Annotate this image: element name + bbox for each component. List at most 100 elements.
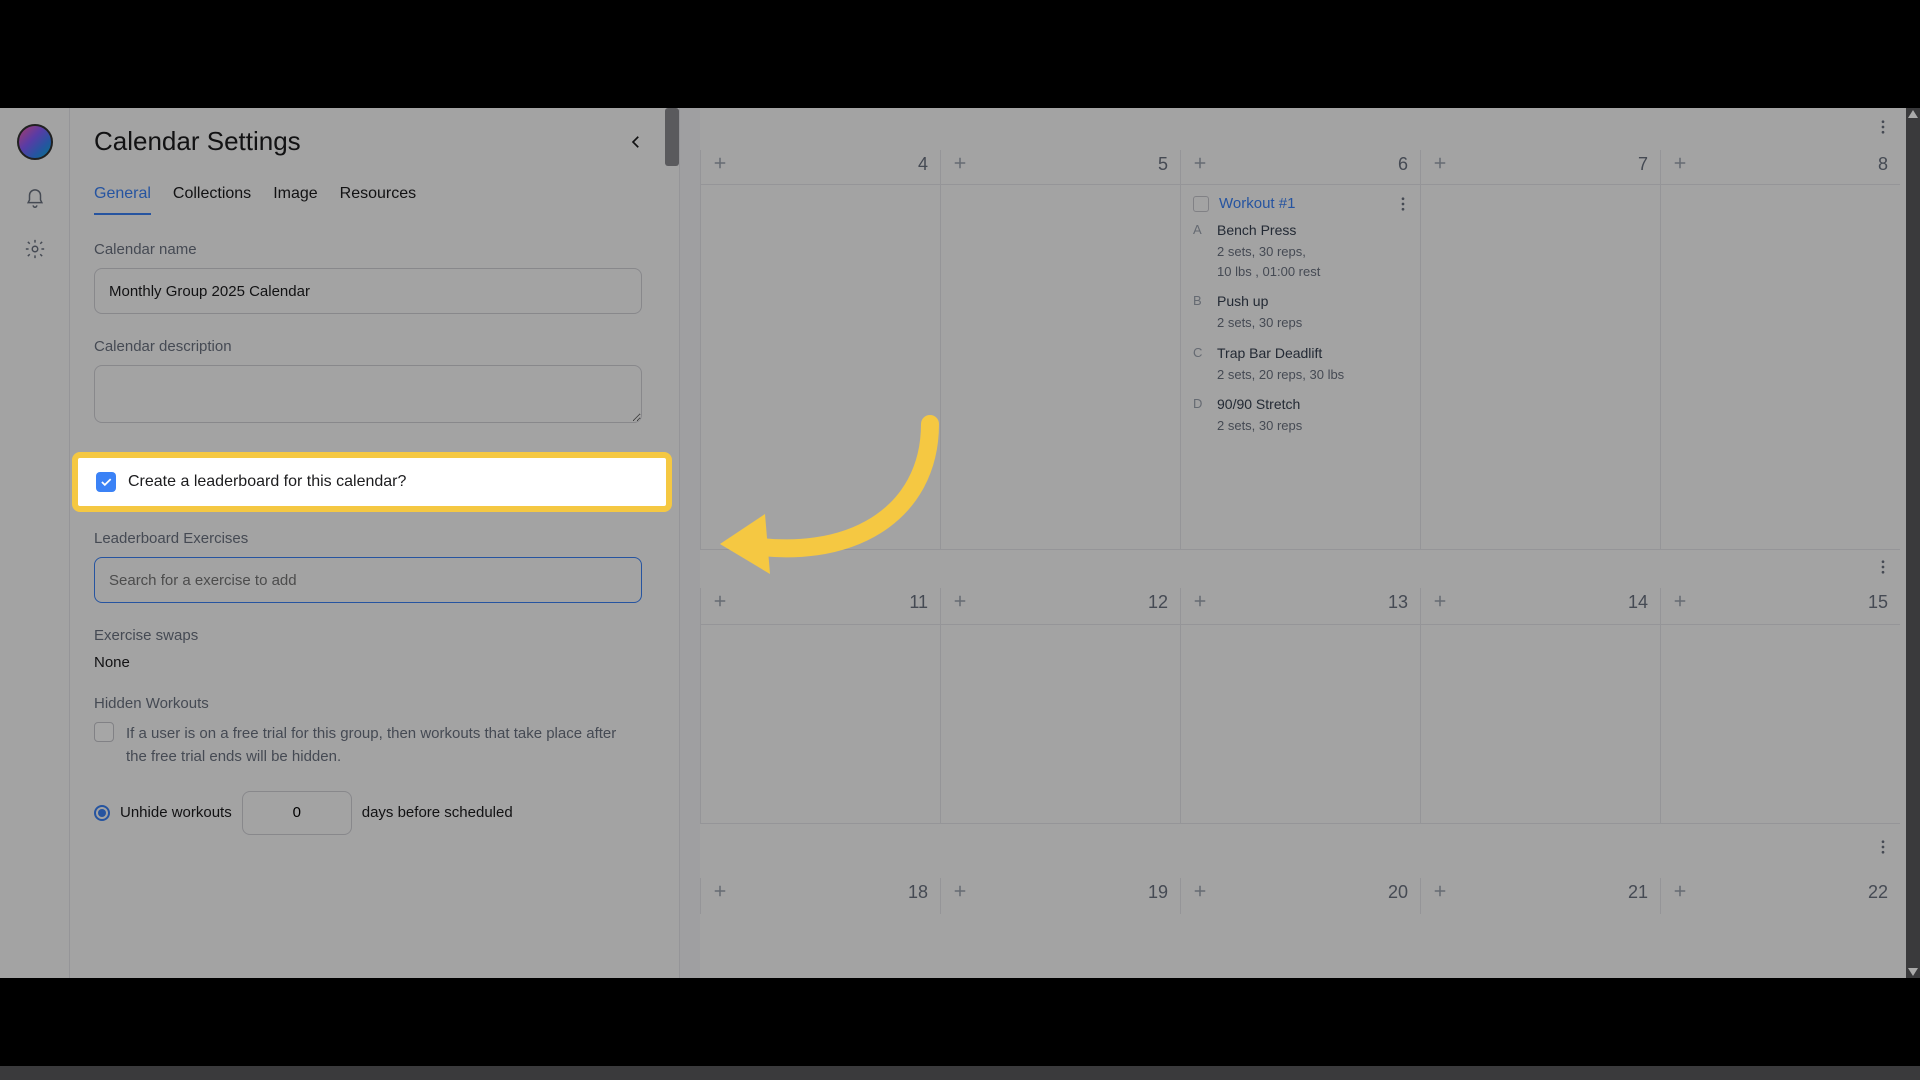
- body-col: [1420, 625, 1660, 823]
- calendar-name-label: Calendar name: [94, 241, 645, 258]
- day-number: 13: [1388, 592, 1408, 613]
- day-number: 11: [909, 592, 928, 613]
- exercise-search-input[interactable]: [94, 557, 642, 603]
- unhide-days-input[interactable]: [242, 791, 352, 835]
- more-icon[interactable]: [1394, 195, 1412, 213]
- body-col: [700, 625, 940, 823]
- calendar-description-input[interactable]: [94, 365, 642, 423]
- day-col: 5: [940, 150, 1180, 184]
- day-number: 4: [918, 154, 928, 175]
- panel-header: Calendar Settings: [94, 126, 645, 157]
- exercise-letter: B: [1193, 293, 1207, 309]
- day-col: 14: [1420, 588, 1660, 624]
- exercise-detail: 2 sets, 30 reps: [1217, 416, 1408, 436]
- day-number: 14: [1628, 592, 1648, 613]
- day-number: 8: [1878, 154, 1888, 175]
- plus-icon[interactable]: [1191, 882, 1209, 900]
- day-number: 7: [1638, 154, 1648, 175]
- outer-vertical-scrollbar[interactable]: [1906, 108, 1920, 978]
- workout-header: Workout #1: [1193, 195, 1408, 212]
- gear-icon[interactable]: [24, 238, 46, 260]
- more-icon[interactable]: [1874, 558, 1892, 576]
- scroll-down-icon[interactable]: [1908, 968, 1918, 976]
- panel-scrollbar[interactable]: [665, 108, 679, 166]
- exercise-detail: 2 sets, 30 reps: [1217, 313, 1408, 333]
- body-col: [1180, 625, 1420, 823]
- calendar-name-group: Calendar name: [94, 241, 645, 314]
- workout-title[interactable]: Workout #1: [1219, 195, 1295, 212]
- plus-icon[interactable]: [1191, 154, 1209, 172]
- more-icon[interactable]: [1874, 838, 1892, 856]
- plus-icon[interactable]: [951, 882, 969, 900]
- plus-icon[interactable]: [1671, 882, 1689, 900]
- unhide-radio[interactable]: [94, 805, 110, 821]
- day-number: 15: [1868, 592, 1888, 613]
- hidden-workouts-help-row: If a user is on a free trial for this gr…: [94, 722, 645, 769]
- leaderboard-exercises-group: Leaderboard Exercises: [94, 530, 645, 603]
- body-col: [940, 625, 1180, 823]
- day-col: 4: [700, 150, 940, 184]
- week-header-3: 18 19 20 21 22: [700, 878, 1900, 914]
- app-logo[interactable]: [17, 124, 53, 160]
- exercise-row: A Bench Press: [1193, 222, 1408, 238]
- exercise-row: CTrap Bar Deadlift: [1193, 345, 1408, 361]
- workout-card: Workout #1 A Bench Press 2 sets, 30 reps,…: [1193, 195, 1408, 436]
- plus-icon[interactable]: [1431, 592, 1449, 610]
- create-leaderboard-row: Create a leaderboard for this calendar?: [72, 452, 672, 512]
- exercise-swaps-value: None: [94, 654, 645, 671]
- tab-resources[interactable]: Resources: [340, 185, 416, 215]
- outer-horizontal-scrollbar[interactable]: [0, 1066, 1920, 1080]
- hidden-workouts-checkbox[interactable]: [94, 722, 114, 742]
- day-number: 6: [1398, 154, 1408, 175]
- calendar-name-input[interactable]: [94, 268, 642, 314]
- bell-icon[interactable]: [24, 188, 46, 210]
- scroll-up-icon[interactable]: [1908, 110, 1918, 118]
- exercise-detail: 2 sets, 30 reps, 10 lbs , 01:00 rest: [1217, 242, 1408, 281]
- day-col: 21: [1420, 878, 1660, 914]
- week-body-1: Workout #1 A Bench Press 2 sets, 30 reps,…: [700, 184, 1900, 550]
- exercise-letter: A: [1193, 222, 1207, 238]
- tab-image[interactable]: Image: [273, 185, 317, 215]
- exercise-letter: D: [1193, 396, 1207, 412]
- day-col: 20: [1180, 878, 1420, 914]
- exercise-detail: 2 sets, 20 reps, 30 lbs: [1217, 365, 1408, 385]
- day-number: 19: [1148, 882, 1168, 903]
- plus-icon[interactable]: [951, 154, 969, 172]
- chevron-left-icon[interactable]: [627, 133, 645, 151]
- settings-panel: Calendar Settings General Collections Im…: [70, 108, 680, 978]
- create-leaderboard-checkbox[interactable]: [96, 472, 116, 492]
- plus-icon[interactable]: [1431, 154, 1449, 172]
- week-body-2: [700, 624, 1900, 824]
- plus-icon[interactable]: [1671, 154, 1689, 172]
- day-col: 8: [1660, 150, 1900, 184]
- plus-icon[interactable]: [951, 592, 969, 610]
- hidden-workouts-help-text: If a user is on a free trial for this gr…: [126, 722, 636, 769]
- plus-icon[interactable]: [711, 154, 729, 172]
- unhide-suffix: days before scheduled: [362, 804, 513, 821]
- hidden-workouts-group: Hidden Workouts If a user is on a free t…: [94, 695, 645, 835]
- body-col: [700, 185, 940, 549]
- day-number: 20: [1388, 882, 1408, 903]
- app-frame: Calendar Settings General Collections Im…: [0, 108, 1920, 978]
- tab-general[interactable]: General: [94, 185, 151, 215]
- day-col: 11: [700, 588, 940, 624]
- exercise-row: D90/90 Stretch: [1193, 396, 1408, 412]
- exercise-name: Bench Press: [1217, 222, 1296, 238]
- more-icon[interactable]: [1874, 118, 1892, 136]
- day-col: 12: [940, 588, 1180, 624]
- day-number: 5: [1158, 154, 1168, 175]
- plus-icon[interactable]: [711, 592, 729, 610]
- check-icon: [99, 475, 113, 489]
- exercise-swaps-group: Exercise swaps None: [94, 627, 645, 671]
- plus-icon[interactable]: [1431, 882, 1449, 900]
- calendar-description-label: Calendar description: [94, 338, 645, 355]
- left-rail: [0, 108, 70, 978]
- calendar-description-group: Calendar description: [94, 338, 645, 428]
- week-header-2: 11 12 13 14 15: [700, 588, 1900, 624]
- radio-dot: [98, 809, 106, 817]
- workout-checkbox[interactable]: [1193, 196, 1209, 212]
- plus-icon[interactable]: [1671, 592, 1689, 610]
- tab-collections[interactable]: Collections: [173, 185, 251, 215]
- plus-icon[interactable]: [711, 882, 729, 900]
- plus-icon[interactable]: [1191, 592, 1209, 610]
